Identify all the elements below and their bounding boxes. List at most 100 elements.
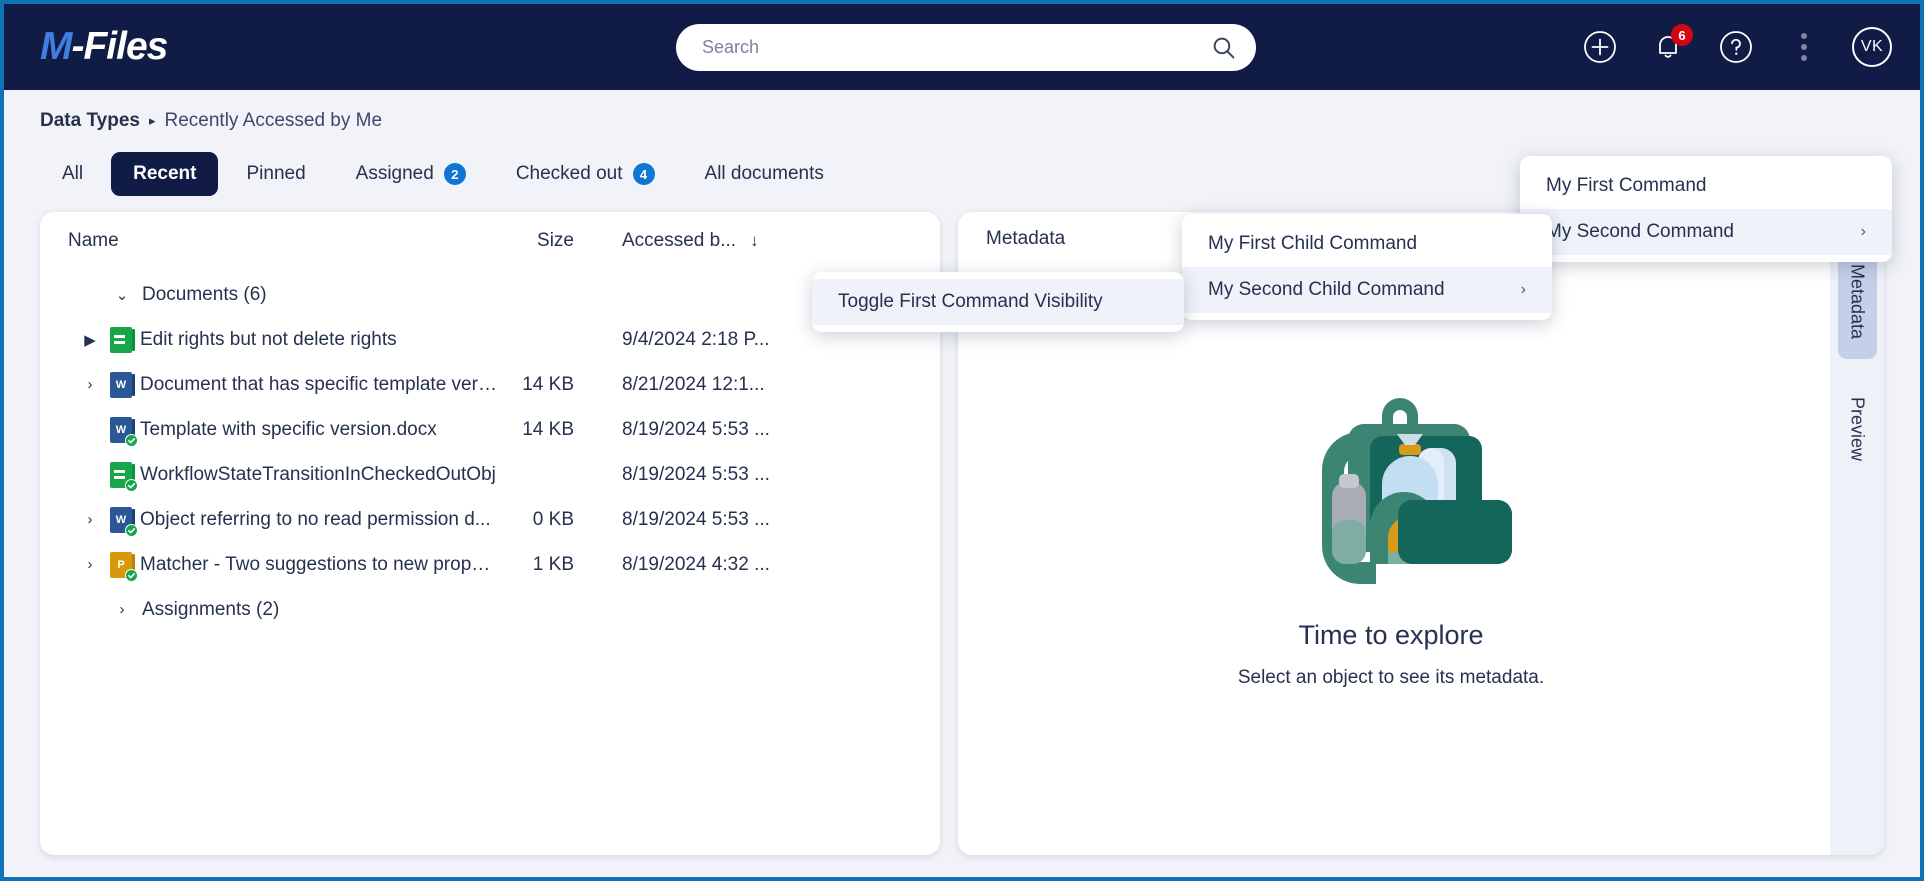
sort-descending-icon: ↓: [750, 231, 759, 250]
menu-item-label: My First Child Command: [1208, 233, 1418, 254]
table-row[interactable]: WorkflowStateTransitionInCheckedOutObj 8…: [40, 452, 940, 497]
search-input[interactable]: [676, 24, 1256, 71]
context-menu-root: My First Command My Second Command ›: [1520, 156, 1892, 262]
checked-out-badge-icon: [125, 433, 138, 447]
tab-all[interactable]: All: [40, 152, 105, 196]
checked-out-badge-icon: [125, 478, 138, 492]
group-row-documents[interactable]: ⌄ Documents (6): [40, 272, 940, 317]
tab-label: Checked out: [515, 163, 623, 184]
chevron-right-icon[interactable]: ▶: [80, 331, 100, 349]
tab-count-badge: 4: [632, 163, 655, 185]
row-accessed: 8/19/2024 5:53 ...: [622, 418, 770, 440]
row-lead: W: [40, 416, 140, 447]
row-lead: › W: [40, 506, 140, 537]
app-window: M-Files 6: [0, 0, 1924, 881]
group-label: Documents (6): [142, 283, 267, 305]
row-lead: [40, 461, 140, 492]
word-document-checked-out-icon: W: [110, 416, 138, 447]
menu-item-label: My Second Child Command: [1208, 279, 1445, 300]
menu-item-toggle-first-command-visibility[interactable]: Toggle First Command Visibility: [812, 279, 1184, 325]
create-new-button[interactable]: [1580, 27, 1620, 67]
row-name: Document that has specific template vers…: [140, 373, 498, 395]
chevron-right-icon[interactable]: ›: [80, 376, 100, 393]
kebab-dot: [1801, 44, 1807, 50]
breadcrumb-separator-icon: ▸: [148, 113, 156, 128]
row-name: Object referring to no read permission d…: [140, 508, 491, 530]
user-avatar[interactable]: VK: [1852, 27, 1892, 67]
context-menu-child: My First Child Command My Second Child C…: [1182, 214, 1552, 320]
list-column-headers: Name Size Accessed b... ↓: [40, 212, 940, 270]
row-size: 1 KB: [532, 553, 574, 575]
document-green-icon: [110, 326, 135, 353]
kebab-dot: [1801, 33, 1807, 39]
tab-pinned[interactable]: Pinned: [224, 152, 327, 196]
main-content-area: Data Types ▸ Recently Accessed by Me All…: [4, 90, 1920, 877]
chevron-right-icon: ›: [1860, 223, 1866, 240]
table-row[interactable]: › W Document that has specific template …: [40, 362, 940, 407]
column-header-name[interactable]: Name: [68, 230, 498, 252]
plus-circle-icon: [1584, 31, 1616, 63]
tab-preview[interactable]: Preview: [1838, 377, 1877, 481]
row-name: WorkflowStateTransitionInCheckedOutObj: [140, 463, 496, 485]
more-options-button[interactable]: [1784, 27, 1824, 67]
notifications-button[interactable]: 6: [1648, 24, 1693, 67]
empty-state-subtitle: Select an object to see its metadata.: [1237, 667, 1545, 688]
row-accessed: 8/19/2024 5:53 ...: [622, 508, 770, 530]
table-row[interactable]: › W Object referring to no read permissi…: [40, 497, 940, 542]
empty-state-title: Time to explore: [1298, 620, 1484, 650]
menu-item-label: My Second Command: [1546, 221, 1734, 242]
chevron-right-icon: ›: [1520, 281, 1526, 298]
menu-item-my-first-command[interactable]: My First Command: [1520, 163, 1892, 209]
table-row[interactable]: › P Matcher - Two suggestions to new pro…: [40, 542, 940, 587]
tab-recent[interactable]: Recent: [111, 152, 219, 196]
group-row-assignments[interactable]: › Assignments (2): [40, 587, 940, 632]
mfiles-logo[interactable]: M-Files: [40, 25, 169, 69]
logo-m-letter: M: [40, 25, 72, 68]
row-size: 0 KB: [532, 508, 574, 530]
row-accessed: 8/21/2024 12:1...: [622, 373, 765, 395]
table-row[interactable]: ▶ Edit rights but not delete rights 9/4/…: [40, 317, 940, 362]
table-row[interactable]: W Template with specific version.docx 14…: [40, 407, 940, 452]
breadcrumb: Data Types ▸ Recently Accessed by Me: [40, 110, 382, 132]
side-tab-strip: Metadata Preview: [1830, 212, 1884, 855]
row-size: 14 KB: [522, 418, 574, 440]
logo-files-text: -Files: [71, 25, 169, 68]
column-header-accessed[interactable]: Accessed b... ↓: [574, 230, 940, 252]
menu-item-label: Toggle First Command Visibility: [838, 291, 1103, 312]
column-header-size[interactable]: Size: [498, 230, 574, 252]
top-actions-group: 6 VK: [1580, 4, 1892, 90]
chevron-down-icon[interactable]: ⌄: [112, 286, 132, 304]
word-document-icon: W: [110, 371, 135, 398]
menu-item-my-second-child-command[interactable]: My Second Child Command ›: [1182, 267, 1552, 313]
help-button[interactable]: [1716, 27, 1756, 67]
row-lead: › P: [40, 551, 140, 582]
tab-label: Pinned: [246, 163, 306, 184]
group-label: Assignments (2): [142, 598, 280, 620]
tab-assigned[interactable]: Assigned 2: [334, 152, 488, 196]
context-menu-grandchild: Toggle First Command Visibility: [812, 272, 1184, 332]
document-green-checked-out-icon: [110, 461, 138, 492]
menu-item-my-second-command[interactable]: My Second Command ›: [1520, 209, 1892, 255]
checked-out-badge-icon: [125, 568, 138, 582]
tab-checked-out[interactable]: Checked out 4: [494, 152, 677, 196]
notification-count-badge: 6: [1671, 24, 1693, 46]
tab-all-documents[interactable]: All documents: [683, 152, 846, 196]
chevron-right-icon[interactable]: ›: [80, 556, 100, 573]
menu-item-my-first-child-command[interactable]: My First Child Command: [1182, 221, 1552, 267]
top-navigation-bar: M-Files 6: [4, 4, 1920, 90]
chevron-right-icon[interactable]: ›: [80, 511, 100, 528]
breadcrumb-current: Recently Accessed by Me: [164, 110, 383, 131]
search-container: [676, 24, 1256, 71]
row-lead: › W: [40, 371, 140, 398]
chevron-right-icon[interactable]: ›: [112, 601, 132, 618]
row-name: Template with specific version.docx: [140, 418, 437, 440]
kebab-dot: [1801, 55, 1807, 61]
word-document-checked-out-icon: W: [110, 506, 138, 537]
word-letter: W: [110, 371, 132, 398]
object-list-panel: Name Size Accessed b... ↓ ⌄ Documents (6…: [40, 212, 940, 855]
backpack-illustration: [1322, 398, 1512, 584]
breadcrumb-root[interactable]: Data Types: [40, 110, 140, 132]
question-circle-icon: [1720, 31, 1752, 63]
row-accessed: 8/19/2024 4:32 ...: [622, 553, 770, 575]
row-accessed: 8/19/2024 5:53 ...: [622, 463, 770, 485]
